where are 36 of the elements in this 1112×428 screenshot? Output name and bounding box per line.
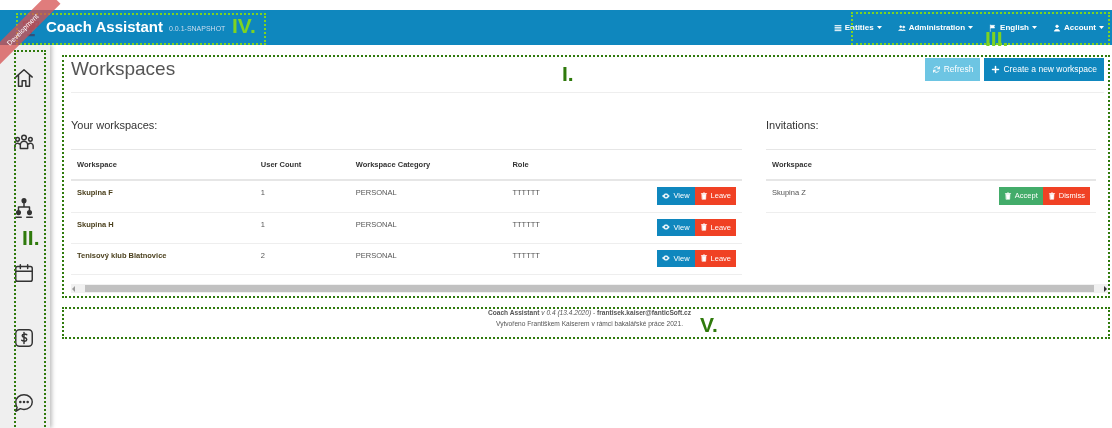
eye-icon: [662, 191, 671, 200]
section-heading: Invitations:: [766, 117, 820, 133]
create-button[interactable]: Create a new workspace: [984, 57, 1104, 81]
chat-icon[interactable]: [13, 392, 35, 414]
calendar-icon[interactable]: [13, 262, 35, 284]
annotation-label: IV.: [232, 15, 256, 36]
trash-icon: [1003, 191, 1012, 200]
nav-menu[interactable]: Entities: [833, 21, 882, 34]
scrollbar[interactable]: [85, 285, 1094, 292]
home-icon[interactable]: [13, 67, 35, 89]
section-heading: Your workspaces:: [71, 117, 159, 133]
caret-icon: [1099, 26, 1104, 29]
eye-icon: [662, 223, 671, 232]
flag-icon: [989, 23, 998, 32]
refresh-icon: [931, 64, 941, 74]
plus-icon: [991, 64, 1001, 74]
eye-icon: [662, 254, 671, 263]
nav-menu[interactable]: Account: [1053, 21, 1104, 34]
user-icon: [1053, 23, 1061, 32]
users-icon: [897, 23, 906, 32]
trash-icon: [699, 254, 708, 263]
caret-icon: [968, 26, 974, 29]
list-icon: [833, 23, 842, 32]
nav-menu[interactable]: Administration: [897, 21, 974, 34]
trash-icon: [699, 191, 708, 200]
caret-icon: [876, 26, 882, 29]
hierarchy-icon[interactable]: [13, 197, 35, 219]
caret-icon: [1032, 26, 1037, 29]
dollar-icon[interactable]: [13, 327, 35, 349]
trash-icon: [1047, 191, 1056, 200]
page-title: Workspaces: [71, 57, 176, 81]
annotation-label: II.: [22, 227, 40, 248]
scroll-right-icon[interactable]: [1102, 285, 1108, 292]
annotation-label: I.: [562, 63, 574, 84]
annotation-label: V.: [700, 314, 718, 335]
trash-icon: [699, 223, 708, 232]
